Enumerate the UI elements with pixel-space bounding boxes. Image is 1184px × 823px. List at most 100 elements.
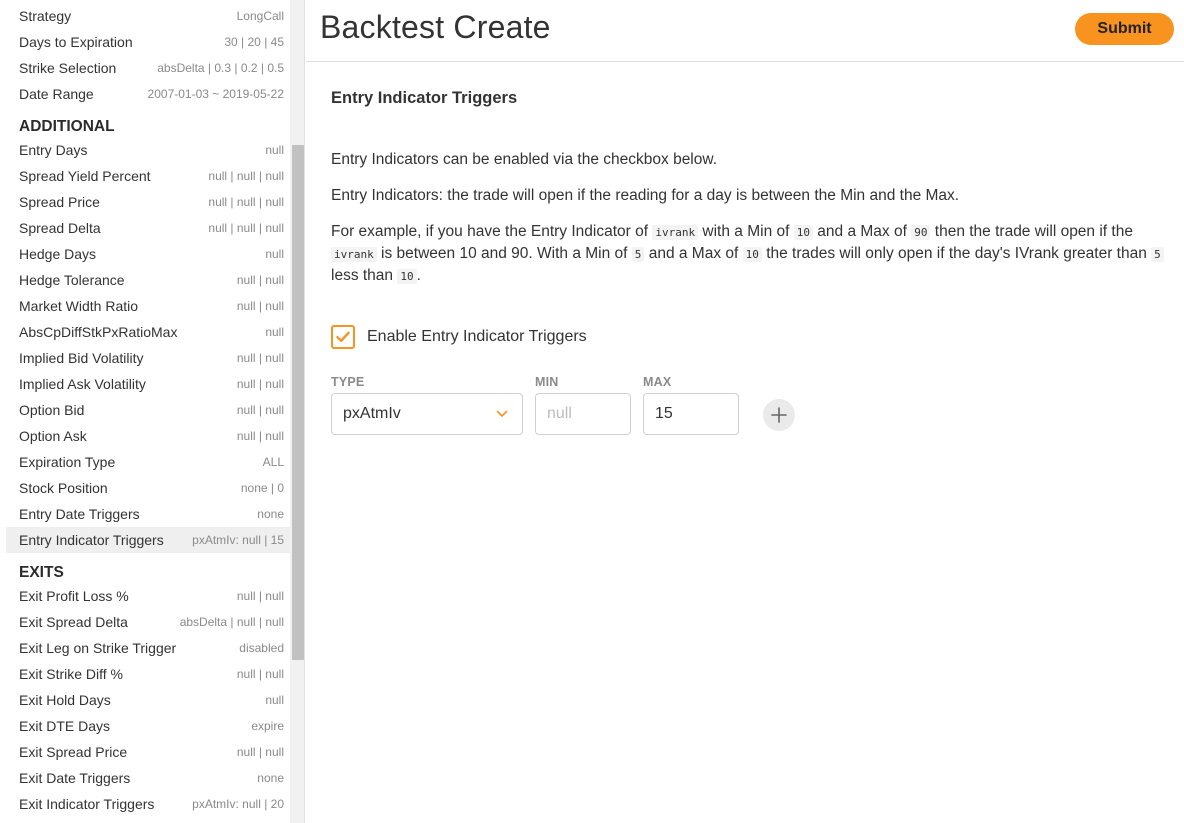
sidebar-item-label: Date Range: [19, 86, 94, 102]
max-field-label: MAX: [643, 375, 672, 389]
section-title: Entry Indicator Triggers: [331, 89, 518, 107]
enable-entry-indicator-checkbox[interactable]: [331, 325, 355, 349]
sidebar-item-value: null | null: [236, 299, 284, 313]
code-snippet: ivrank: [331, 247, 377, 262]
sidebar-item[interactable]: Expiration Type ALL: [6, 449, 290, 475]
sidebar-item-label: Exit Date Triggers: [19, 770, 131, 786]
sidebar-item-label: AbsCpDiffStkPxRatioMax: [19, 324, 178, 340]
sidebar-item-label: Hedge Tolerance: [19, 272, 125, 288]
code-snippet: 90: [911, 225, 931, 240]
enable-entry-indicator-row[interactable]: Enable Entry Indicator Triggers: [331, 325, 587, 349]
code-snippet: 5: [1151, 247, 1164, 262]
sidebar-item[interactable]: Strategy LongCall: [6, 3, 290, 29]
sidebar-item-label: Days to Expiration: [19, 34, 133, 50]
sidebar-section-heading: ADDITIONAL: [19, 118, 115, 135]
sidebar-item[interactable]: Exit Hold Days null: [6, 687, 290, 713]
sidebar-item-label: Exit DTE Days: [19, 718, 111, 734]
sidebar-item-label: Exit Leg on Strike Trigger: [19, 640, 177, 656]
sidebar-item-value: null | null: [236, 377, 284, 391]
sidebar-item[interactable]: AbsCpDiffStkPxRatioMax null: [6, 319, 290, 345]
sidebar-item-label: Spread Delta: [19, 220, 101, 236]
add-indicator-button[interactable]: [763, 399, 795, 431]
check-icon: [336, 331, 350, 342]
sidebar-item[interactable]: Market Width Ratio null | null: [6, 293, 290, 319]
sidebar-item-label: Implied Bid Volatility: [19, 350, 144, 366]
sidebar-item-value: null | null: [236, 351, 284, 365]
sidebar-item-value: null | null | null: [208, 221, 284, 235]
min-field-label: MIN: [535, 375, 559, 389]
type-select[interactable]: pxAtmIv: [331, 393, 523, 435]
sidebar-item[interactable]: Stock Position none | 0: [6, 475, 290, 501]
type-field-label: TYPE: [331, 375, 365, 389]
sidebar-item[interactable]: Implied Bid Volatility null | null: [6, 345, 290, 371]
enable-entry-indicator-label: Enable Entry Indicator Triggers: [367, 328, 587, 345]
sidebar-scrollbar-thumb[interactable]: [292, 145, 304, 660]
sidebar-item-label: Entry Days: [19, 142, 88, 158]
sidebar-item[interactable]: Exit Leg on Strike Trigger disabled: [6, 635, 290, 661]
sidebar-item[interactable]: Exit Strike Diff % null | null: [6, 661, 290, 687]
min-input-placeholder: null: [547, 405, 572, 422]
sidebar-item[interactable]: Date Range 2007-01-03 ~ 2019-05-22: [6, 81, 290, 107]
sidebar-item-value: absDelta | 0.3 | 0.2 | 0.5: [157, 61, 284, 75]
code-snippet: ivrank: [652, 225, 699, 240]
sidebar-item[interactable]: Exit Indicator Triggers pxAtmIv: null | 2…: [6, 791, 290, 817]
sidebar-item[interactable]: Entry Date Triggers none: [6, 501, 290, 527]
sidebar-item[interactable]: Exit DTE Days expire: [6, 713, 290, 739]
sidebar-item-value: null | null: [236, 403, 284, 417]
sidebar-item[interactable]: Exit Profit Loss % null | null: [6, 583, 290, 609]
sidebar-item[interactable]: Strike Selection absDelta | 0.3 | 0.2 | 0…: [6, 55, 290, 81]
sidebar-item[interactable]: Entry Days null: [6, 137, 290, 163]
sidebar-item[interactable]: Spread Yield Percent null | null | null: [6, 163, 290, 189]
example-text: with a Min of: [698, 223, 794, 240]
sidebar-item-label: Option Bid: [19, 402, 85, 418]
sidebar-item-label: Hedge Days: [19, 246, 97, 262]
sidebar: Strategy LongCall Days to Expiration 30 | 2…: [0, 0, 305, 823]
max-input[interactable]: 15: [643, 393, 739, 435]
sidebar-item[interactable]: Days to Expiration 30 | 20 | 45: [6, 29, 290, 55]
sidebar-item-value: null | null: [236, 429, 284, 443]
sidebar-item-value: null | null | null: [208, 169, 284, 183]
code-snippet: 5: [631, 247, 645, 262]
sidebar-item[interactable]: Option Bid null | null: [6, 397, 290, 423]
sidebar-section-heading: EXITS: [19, 564, 64, 581]
sidebar-item[interactable]: Exit Spread Price null | null: [6, 739, 290, 765]
sidebar-item[interactable]: Hedge Tolerance null | null: [6, 267, 290, 293]
sidebar-item[interactable]: Exit Date Triggers none: [6, 765, 290, 791]
page-header: Backtest Create Submit: [306, 0, 1184, 62]
sidebar-item-label: Strategy: [19, 8, 72, 24]
sidebar-item-value: none: [257, 771, 284, 785]
example-text: For example, if you have the Entry Indic…: [331, 223, 653, 240]
chevron-down-icon: [496, 410, 508, 417]
page-title: Backtest Create: [320, 9, 551, 45]
example-text: and a Max of: [644, 245, 743, 262]
sidebar-item-value: null | null: [236, 273, 284, 287]
sidebar-item-value: none: [257, 507, 284, 521]
code-snippet: 10: [793, 225, 813, 240]
sidebar-item-value: pxAtmIv: null | 15: [192, 533, 284, 547]
min-input[interactable]: null: [535, 393, 631, 435]
sidebar-item[interactable]: Implied Ask Volatility null | null: [6, 371, 290, 397]
sidebar-item-label: Exit Spread Price: [19, 744, 128, 760]
example-text: .: [416, 267, 421, 284]
sidebar-item[interactable]: Spread Delta null | null | null: [6, 215, 290, 241]
example-text: the trades will only open if the day's I…: [761, 245, 1152, 262]
sidebar-item-value: null | null: [236, 745, 284, 759]
sidebar-item[interactable]: Hedge Days null: [6, 241, 290, 267]
sidebar-item-label: Spread Price: [19, 194, 100, 210]
sidebar-item-value: 30 | 20 | 45: [224, 35, 284, 49]
sidebar-item[interactable]: Exit Spread Delta absDelta | null | null: [6, 609, 290, 635]
sidebar-item-value: 2007-01-03 ~ 2019-05-22: [147, 87, 284, 101]
sidebar-item-value: LongCall: [236, 9, 284, 23]
sidebar-item[interactable]: Spread Price null | null | null: [6, 189, 290, 215]
sidebar-item-value: null | null | null: [208, 195, 284, 209]
sidebar-item[interactable]: Entry Indicator Triggers pxAtmIv: null | …: [6, 527, 290, 553]
type-select-value: pxAtmIv: [343, 405, 401, 422]
submit-button[interactable]: Submit: [1075, 13, 1174, 45]
sidebar-item-value: null | null: [236, 589, 284, 603]
sidebar-item-label: Market Width Ratio: [19, 298, 139, 314]
sidebar-item-value: null: [265, 247, 284, 261]
sidebar-item-value: ALL: [262, 455, 284, 469]
example-paragraph: For example, if you have the Entry Indic…: [331, 221, 1166, 287]
sidebar-item-value: disabled: [239, 641, 284, 655]
sidebar-item[interactable]: Option Ask null | null: [6, 423, 290, 449]
